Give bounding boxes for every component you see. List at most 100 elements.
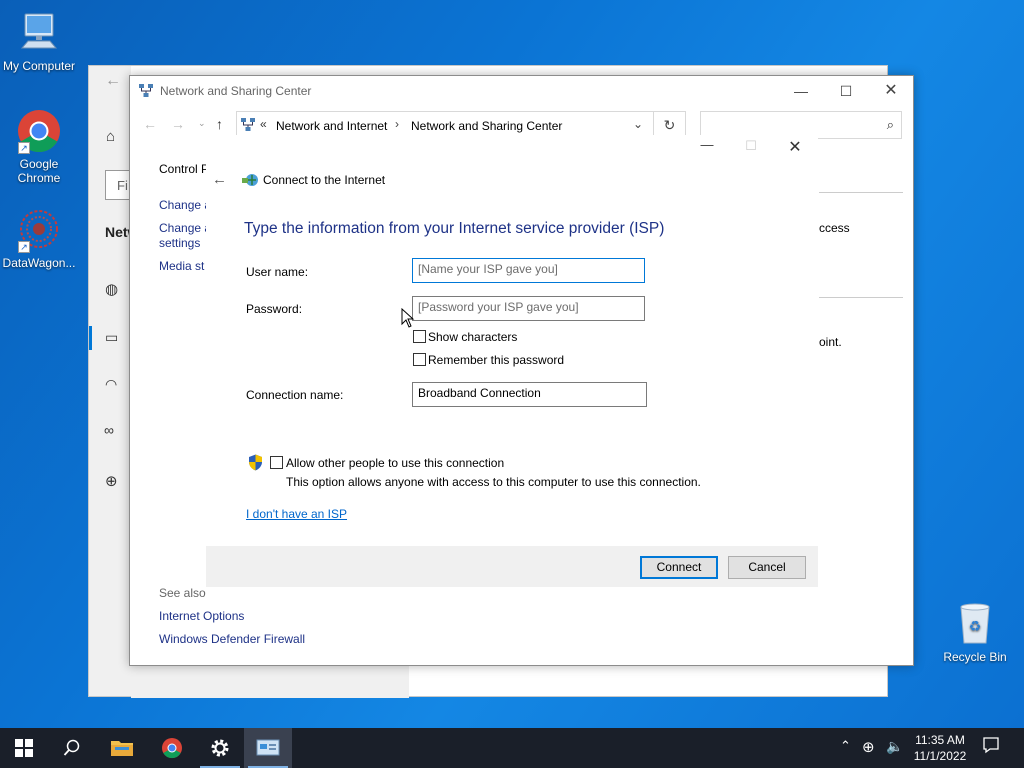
datawagon-icon: ↗ [16, 207, 62, 253]
breadcrumb-separator-icon: › [395, 117, 399, 131]
connection-name-input[interactable]: Broadband Connection [412, 382, 647, 407]
svg-text:♻: ♻ [969, 619, 982, 635]
show-characters-checkbox[interactable] [413, 330, 426, 343]
dialog-minimize-button[interactable]: — [692, 137, 722, 161]
title-bar[interactable]: Network and Sharing Center — ☐ ✕ [130, 76, 913, 106]
cancel-button[interactable]: Cancel [728, 556, 806, 579]
address-dropdown-icon[interactable]: ⌄ [633, 117, 643, 131]
change-sharing-link[interactable]: Change a settings [159, 221, 211, 251]
folder-icon [111, 741, 133, 756]
allow-others-checkbox[interactable] [270, 456, 283, 469]
notifications-button[interactable] [982, 736, 1002, 756]
internet-options-link[interactable]: Internet Options [159, 609, 244, 623]
desktop-icon-recycle-bin[interactable]: ♻ Recycle Bin [936, 601, 1014, 664]
firewall-link[interactable]: Windows Defender Firewall [159, 632, 305, 646]
username-label: User name: [246, 265, 309, 279]
wifi-icon[interactable]: ◠ [105, 376, 117, 393]
recycle-bin-icon: ♻ [952, 601, 998, 647]
desktop-icon-datawagon[interactable]: ↗ DataWagon... [0, 207, 78, 270]
desktop-icon-label: Google Chrome [17, 157, 61, 185]
computer-icon [16, 10, 62, 56]
breadcrumb-item[interactable]: Network and Sharing Center [411, 119, 562, 133]
search-icon [63, 739, 80, 756]
monitor-icon[interactable]: ▭ [105, 329, 118, 346]
desktop-icon-label: Recycle Bin [943, 650, 1007, 664]
divider [819, 192, 903, 193]
background-search-text: Fi [117, 178, 128, 193]
gear-icon [211, 739, 229, 757]
search-icon[interactable]: ⌕ [887, 117, 894, 133]
taskbar: ⌃ ⊕ 🔈 11:35 AM 11/1/2022 [0, 728, 1024, 768]
connect-to-internet-dialog: — ☐ ✕ ← Connect to the Internet Type the… [206, 135, 818, 587]
no-isp-link[interactable]: I don't have an ISP [246, 507, 347, 521]
media-streaming-link[interactable]: Media st [159, 259, 204, 273]
network-nodes-icon[interactable]: ∞ [104, 422, 114, 438]
recent-dropdown-icon[interactable]: ⌄ [198, 118, 206, 129]
taskbar-settings[interactable] [196, 728, 244, 768]
uac-shield-icon [248, 454, 263, 471]
show-hidden-icons-button[interactable]: ⌃ [840, 738, 851, 754]
connect-internet-icon [241, 172, 259, 188]
window-title: Network and Sharing Center [160, 84, 312, 98]
dialog-heading: Type the information from your Internet … [244, 220, 665, 237]
forward-button[interactable]: → [171, 116, 185, 132]
clock-date: 11/1/2022 [913, 749, 967, 763]
taskbar-file-explorer[interactable] [98, 728, 146, 768]
network-center-icon [138, 83, 154, 99]
control-panel-home-link[interactable]: Control P [159, 162, 209, 176]
clock-time: 11:35 AM [915, 733, 965, 747]
minimize-button[interactable]: — [778, 76, 824, 106]
shortcut-arrow-icon: ↗ [18, 241, 30, 253]
globe-icon[interactable]: ◍ [105, 280, 118, 298]
connection-name-label: Connection name: [246, 388, 344, 402]
password-placeholder: [Password your ISP gave you] [418, 300, 579, 314]
world-icon[interactable]: ⊕ [105, 472, 118, 490]
notification-icon [983, 737, 999, 754]
right-text-fragment: ccess [819, 221, 850, 235]
show-characters-label[interactable]: Show characters [428, 330, 517, 344]
dialog-footer: Connect Cancel [206, 546, 818, 587]
dialog-back-button[interactable]: ← [212, 171, 227, 188]
network-tray-icon[interactable]: ⊕ [862, 738, 875, 756]
start-button[interactable] [0, 728, 48, 768]
up-button[interactable]: ↑ [216, 116, 223, 132]
allow-others-description: This option allows anyone with access to… [286, 475, 701, 489]
close-button[interactable]: ✕ [868, 76, 914, 106]
breadcrumb-icon [240, 117, 256, 133]
taskbar-search-button[interactable] [48, 728, 96, 768]
password-input[interactable]: [Password your ISP gave you] [412, 296, 645, 321]
change-adapter-link[interactable]: Change a [159, 198, 211, 212]
clock[interactable]: 11:35 AM 11/1/2022 [907, 732, 973, 764]
windows-logo-icon [15, 739, 33, 757]
dialog-close-button[interactable]: ✕ [780, 137, 810, 161]
see-also-label: See also [159, 586, 206, 600]
maximize-button[interactable]: ☐ [823, 76, 869, 106]
dialog-title: Connect to the Internet [263, 173, 386, 187]
taskbar-chrome[interactable] [148, 728, 196, 768]
username-input[interactable]: [Name your ISP gave you] [412, 258, 645, 283]
breadcrumb-item[interactable]: Network and Internet [276, 119, 387, 133]
dialog-maximize-button: ☐ [745, 138, 757, 153]
background-lower-pane [131, 666, 409, 698]
taskbar-control-panel[interactable] [244, 728, 292, 768]
desktop-icon-label: DataWagon... [2, 256, 76, 270]
desktop-icon-my-computer[interactable]: My Computer [0, 10, 78, 73]
remember-password-label[interactable]: Remember this password [428, 353, 564, 367]
control-panel-icon [256, 739, 280, 756]
desktop-icon-google-chrome[interactable]: ↗ Google Chrome [0, 108, 78, 185]
username-placeholder: [Name your ISP gave you] [418, 262, 558, 276]
chrome-icon: ↗ [16, 108, 62, 154]
right-text-fragment: oint. [819, 335, 842, 349]
back-button[interactable]: ← [143, 116, 157, 132]
remember-password-checkbox[interactable] [413, 353, 426, 366]
desktop-icon-label: My Computer [2, 59, 76, 73]
breadcrumb-overflow[interactable]: « [260, 117, 267, 131]
volume-tray-icon[interactable]: 🔈 [886, 738, 903, 755]
password-label: Password: [246, 302, 303, 316]
home-icon[interactable]: ⌂ [106, 128, 115, 145]
divider [819, 297, 903, 298]
allow-others-label[interactable]: Allow other people to use this connectio… [286, 456, 504, 470]
shortcut-arrow-icon: ↗ [18, 142, 30, 154]
connect-button[interactable]: Connect [640, 556, 718, 579]
back-arrow-icon[interactable]: ← [105, 72, 121, 90]
